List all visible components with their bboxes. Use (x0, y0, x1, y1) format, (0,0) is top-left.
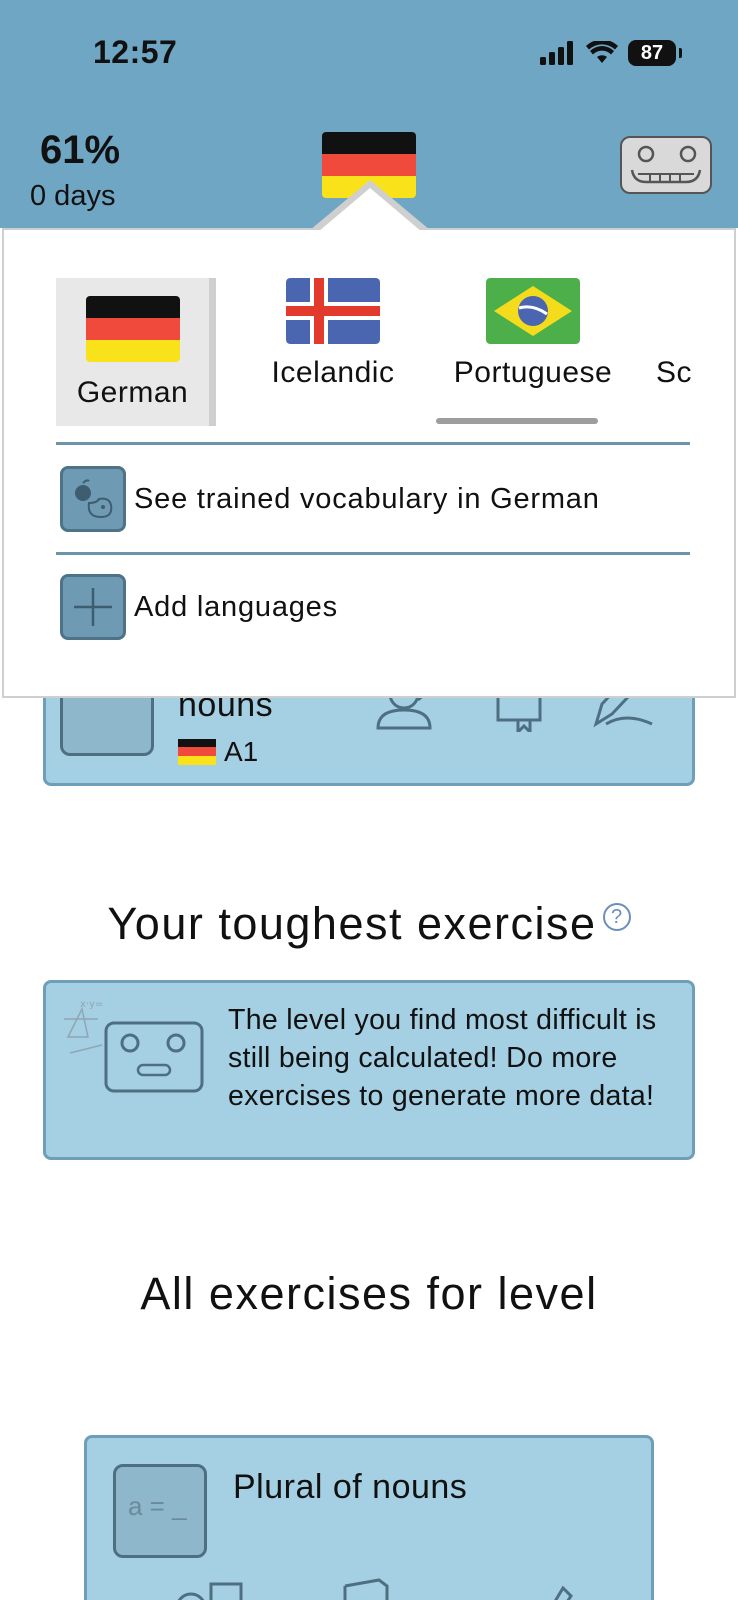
iceland-flag-icon (286, 278, 380, 344)
level-label: A1 (224, 736, 259, 767)
add-languages-label: Add languages (134, 590, 338, 623)
german-flag-icon (178, 738, 216, 766)
add-languages-item[interactable]: Add languages (60, 574, 338, 640)
language-label: Sc (656, 356, 692, 389)
menu-divider (56, 552, 690, 555)
exercise-title: Plural of nouns (233, 1468, 468, 1506)
toughest-exercise-heading: Your toughest exercise? (0, 898, 738, 950)
all-exercises-heading: All exercises for level (140, 1268, 598, 1319)
help-icon[interactable]: ? (602, 903, 631, 931)
menu-divider (56, 442, 690, 445)
language-list[interactable]: German Icelandic Portuguese Sc (52, 278, 692, 428)
language-option-portuguese[interactable]: Portuguese (440, 278, 626, 426)
wifi-icon (586, 41, 618, 63)
vocabulary-icon (60, 466, 126, 532)
progress-percent[interactable]: 61% (40, 128, 120, 173)
status-time: 12:57 (93, 34, 178, 70)
language-list-scroll-indicator (436, 418, 598, 424)
toughest-exercise-message: The level you find most difficult is sti… (228, 1004, 657, 1112)
robot-face-icon (630, 145, 702, 184)
status-icons: 87 (540, 40, 682, 66)
cellular-signal-icon (540, 41, 573, 65)
german-flag-icon (85, 296, 180, 362)
popover-pointer (310, 180, 430, 232)
exercise-type-icon: a = _ (113, 1464, 207, 1558)
robot-calculating-icon: x·y= (64, 999, 204, 1093)
exercise-level: A1 (178, 736, 258, 768)
language-option-partial[interactable]: Sc (656, 278, 692, 426)
teacher-icon (177, 1582, 243, 1600)
language-menu-popover: German Icelandic Portuguese Sc See train… (2, 228, 736, 698)
see-vocabulary-item[interactable]: See trained vocabulary in German (60, 466, 600, 532)
language-label: Icelandic (271, 356, 395, 389)
see-vocabulary-label: See trained vocabulary in German (134, 482, 600, 515)
pencil-icon (554, 1585, 573, 1600)
language-label: German (76, 376, 189, 409)
language-option-icelandic[interactable]: Icelandic (262, 278, 404, 426)
brazil-flag-icon (486, 278, 580, 344)
toughest-exercise-title: Your toughest exercise (107, 898, 597, 949)
streak-days[interactable]: 0 days (30, 180, 115, 213)
battery-icon: 87 (628, 40, 682, 66)
exercise-card-plural-nouns[interactable]: a = _ Plural of nouns (84, 1435, 654, 1600)
plus-icon (60, 574, 126, 640)
language-option-german[interactable]: German (56, 278, 216, 426)
robot-avatar-button[interactable] (620, 136, 712, 194)
language-label: Portuguese (453, 356, 613, 389)
book-icon (343, 1578, 389, 1600)
toughest-exercise-card[interactable]: x·y= The level you find most difficult i… (43, 980, 695, 1160)
svg-text:x·y=: x·y= (80, 999, 103, 1010)
